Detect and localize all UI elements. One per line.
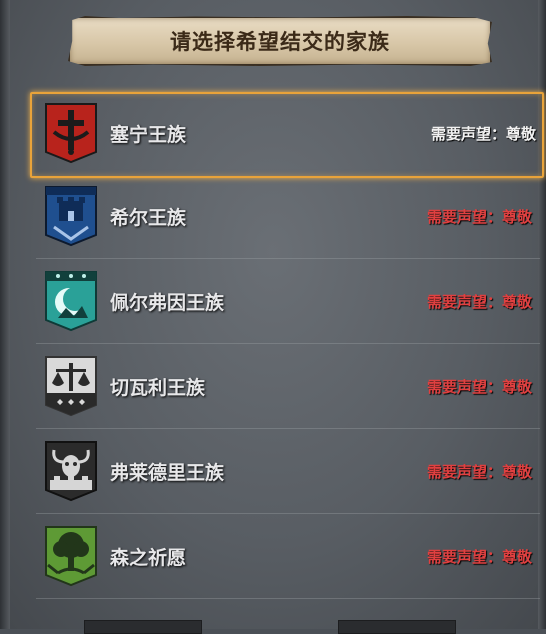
reputation-requirement: 需要声望：尊敬: [426, 208, 532, 226]
sword-icon: [44, 102, 98, 164]
tree-icon: [44, 525, 98, 587]
clan-row-chevali[interactable]: 切瓦利王族 需要声望：尊敬: [36, 344, 540, 429]
clan-name: 弗莱德里王族: [110, 462, 225, 484]
reputation-requirement: 需要声望：尊敬: [426, 378, 532, 396]
moon-icon: [44, 270, 98, 332]
clan-row-forest-prayer[interactable]: 森之祈愿 需要声望：尊敬: [36, 514, 540, 599]
bottom-button-right[interactable]: [338, 620, 456, 634]
reputation-requirement: 需要声望：尊敬: [426, 463, 532, 481]
clan-row-pelfoin[interactable]: 佩尔弗因王族 需要声望：尊敬: [36, 259, 540, 344]
reputation-requirement: 需要声望：尊敬: [430, 125, 536, 143]
clan-row-fredli[interactable]: 弗莱德里王族 需要声望：尊敬: [36, 429, 540, 514]
panel-border-left: [0, 0, 10, 629]
clan-name: 佩尔弗因王族: [110, 292, 225, 314]
reputation-requirement: 需要声望：尊敬: [426, 293, 532, 311]
clan-name: 切瓦利王族: [110, 377, 206, 399]
castle-icon: [44, 185, 98, 247]
clan-row-hill[interactable]: 希尔王族 需要声望：尊敬: [36, 174, 540, 259]
bottom-button-left[interactable]: [84, 620, 202, 634]
bull-icon: [44, 440, 98, 502]
clan-row-senning[interactable]: 塞宁王族 需要声望：尊敬: [30, 92, 544, 178]
clan-name: 森之祈愿: [110, 547, 187, 569]
clan-name: 塞宁王族: [110, 124, 187, 146]
page-title: 请选择希望结交的家族: [170, 30, 390, 54]
title-banner: 请选择希望结交的家族: [68, 16, 492, 66]
clan-name: 希尔王族: [110, 207, 187, 229]
scales-icon: [44, 355, 98, 417]
reputation-requirement: 需要声望：尊敬: [426, 548, 532, 566]
clan-list: 塞宁王族 需要声望：尊敬 希尔王族 需要声望：尊敬 佩尔弗因王族 需要声望：尊敬…: [30, 88, 544, 599]
